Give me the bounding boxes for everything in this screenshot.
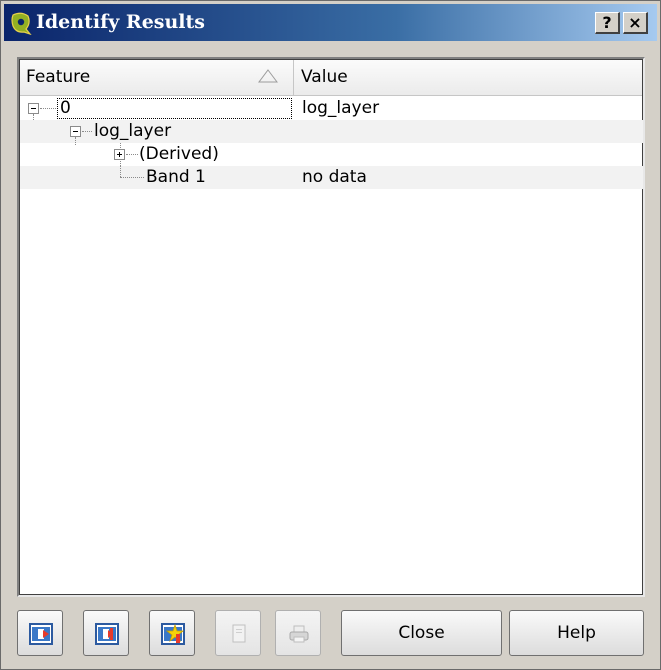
help-button[interactable]: Help	[509, 610, 644, 656]
help-title-button[interactable]: ?	[595, 12, 620, 34]
tree-header: Feature Value	[20, 60, 642, 96]
sort-ascending-icon	[258, 69, 278, 83]
value-label: log_layer	[302, 98, 380, 118]
tree-row[interactable]: Band 1 no data	[20, 166, 643, 189]
tree-row[interactable]: (Derived)	[20, 143, 643, 166]
column-feature-label: Feature	[26, 67, 91, 87]
print-button[interactable]	[275, 610, 321, 656]
tree-row[interactable]: log_layer	[20, 120, 643, 145]
focus-indicator	[57, 98, 292, 119]
copy-button[interactable]	[215, 610, 261, 656]
collapse-icon[interactable]	[28, 103, 39, 114]
close-button[interactable]: Close	[341, 610, 502, 656]
feature-label: 0	[60, 98, 71, 118]
column-value-label: Value	[301, 67, 348, 87]
feature-label: log_layer	[94, 121, 172, 141]
title-bar[interactable]: Identify Results ? ×	[4, 4, 657, 41]
feature-label: Band 1	[146, 167, 206, 187]
highlight-feature-button[interactable]	[149, 610, 195, 656]
collapse-tree-icon	[95, 623, 119, 645]
identify-results-dialog: Identify Results ? × Feature Value 0 log…	[0, 0, 661, 670]
value-label: no data	[302, 167, 367, 187]
highlight-icon	[161, 623, 185, 645]
results-tree[interactable]: Feature Value 0 log_layer log_layer (Der…	[17, 57, 645, 597]
expand-tree-icon	[29, 623, 53, 645]
copy-icon	[232, 624, 246, 643]
feature-label: (Derived)	[139, 144, 219, 164]
expand-all-button[interactable]	[17, 610, 63, 656]
tree-frame: Feature Value 0 log_layer log_layer (Der…	[19, 59, 643, 595]
tree-row[interactable]: 0 log_layer	[20, 97, 643, 122]
collapse-all-button[interactable]	[83, 610, 129, 656]
print-icon	[289, 625, 309, 643]
column-header-value[interactable]: Value	[295, 60, 643, 95]
qgis-logo-icon	[11, 12, 32, 35]
close-title-button[interactable]: ×	[623, 12, 648, 34]
column-header-feature[interactable]: Feature	[20, 60, 294, 95]
collapse-icon[interactable]	[70, 126, 81, 137]
expand-icon[interactable]	[114, 149, 125, 160]
window-title: Identify Results	[36, 11, 205, 33]
